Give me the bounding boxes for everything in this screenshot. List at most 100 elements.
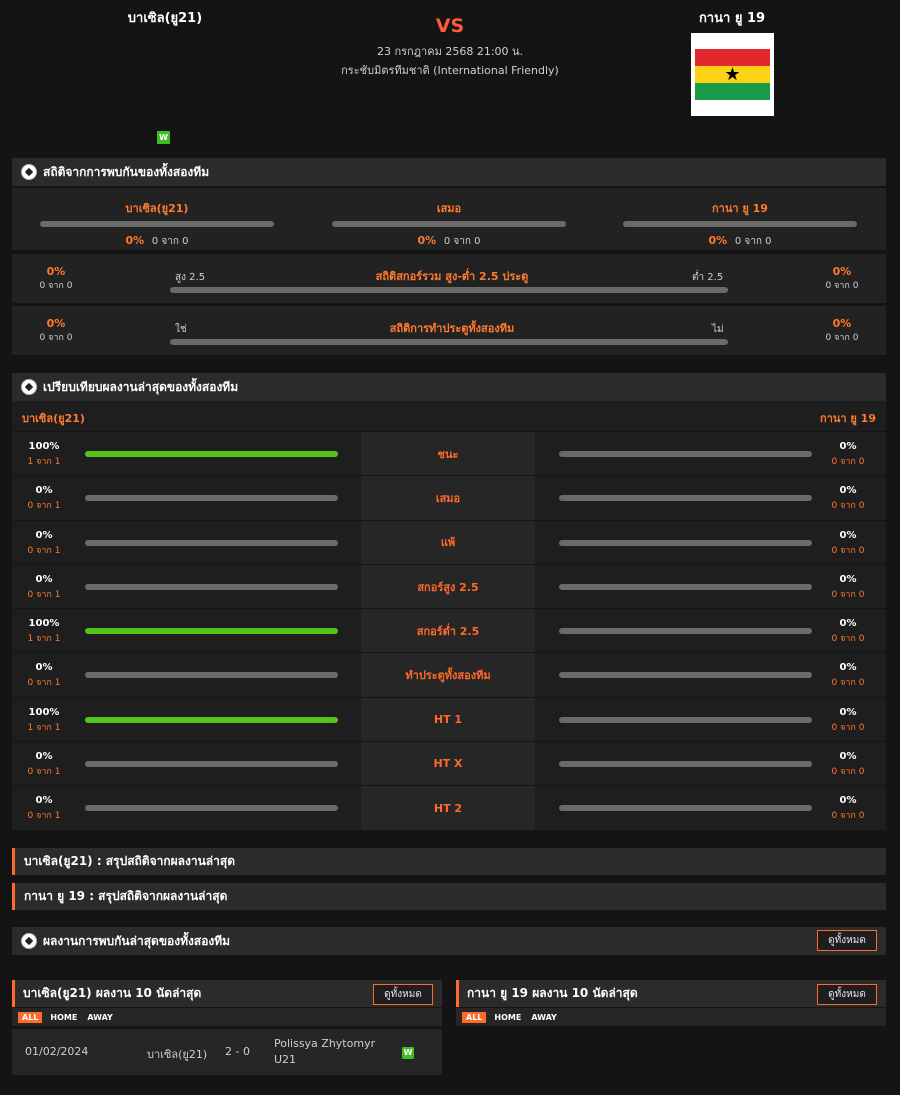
compare-home-pct: 0% (35, 573, 53, 585)
table-row: 0% 0 จาก 1 ทำประตูทั้งสองทีม 0% 0 จาก 0 (12, 653, 886, 698)
compare-row-label: HT X (361, 742, 535, 786)
compare-home-pct: 0% (35, 529, 53, 541)
compare-row-label: HT 2 (361, 786, 535, 830)
compare-home-of: 1 จาก 1 (27, 634, 61, 645)
btts-no-label: ไม่ (712, 324, 724, 335)
filter-all-tab[interactable]: ALL (18, 1011, 43, 1023)
compare-away-of: 0 จาก 0 (831, 545, 865, 556)
h2h-draw-col: เสมอ 0% 0 จาก 0 (332, 199, 566, 249)
compare-away-pct: 0% (839, 795, 857, 807)
compare-home-stat: 0% 0 จาก 1 (12, 742, 76, 778)
btts-no-stat: 0% 0 จาก 0 (810, 317, 874, 344)
away-team-name[interactable]: กานา ยู 19 (672, 7, 792, 28)
compare-home-of: 0 จาก 1 (27, 589, 61, 600)
under-stat: 0% 0 จาก 0 (810, 265, 874, 292)
compare-home-bar (85, 672, 338, 679)
filter-all-tab[interactable]: ALL (462, 1011, 487, 1023)
btts-bar (170, 339, 728, 345)
h2h-home-label: บาเซิล(ยู21) (125, 202, 189, 215)
over-stat: 0% 0 จาก 0 (24, 265, 88, 292)
btts-panel: 0% 0 จาก 0 ใช่ สถิติการทำประตูทั้งสองทีม… (12, 306, 886, 355)
form-badge-win: W (157, 131, 170, 144)
compare-away-cell: 0% 0 จาก 0 (535, 476, 886, 520)
compare-away-bar (559, 716, 812, 723)
compare-home-of: 0 จาก 1 (27, 811, 61, 822)
home-last10-title: บาเซิล(ยู21) ผลงาน 10 นัดล่าสุด (23, 986, 202, 1000)
compare-home-pct: 0% (35, 662, 53, 674)
h2h-away-col: กานา ยู 19 0% 0 จาก 0 (623, 199, 857, 249)
compare-away-stat: 0% 0 จาก 0 (816, 698, 880, 734)
compare-away-bar (559, 451, 812, 457)
compare-away-cell: 0% 0 จาก 0 (535, 697, 886, 742)
compare-away-stat: 0% 0 จาก 0 (816, 742, 880, 778)
compare-row-label: ทำประตูทั้งสองทีม (361, 653, 535, 697)
compare-home-bar (85, 805, 338, 812)
table-row: 0% 0 จาก 1 HT 2 0% 0 จาก 0 (12, 786, 886, 831)
match-datetime: 23 กรกฎาคม 2568 21:00 น. (376, 45, 524, 58)
compare-away-bar (559, 761, 812, 768)
table-row[interactable]: 01/02/2024 บาเซิล(ยู21) 2 - 0 Polissya Z… (12, 1029, 442, 1075)
away-last10-view-all-button[interactable]: ดูทั้งหมด (817, 984, 877, 1005)
compare-home-bar (85, 495, 338, 502)
home-team-name[interactable]: บาเซิล(ยู21) (105, 7, 225, 28)
table-row: 100% 1 จาก 1 สกอร์ต่ำ 2.5 0% 0 จาก 0 (12, 609, 886, 654)
compare-home-pct: 0% (35, 485, 53, 497)
compare-away-label: กานา ยู 19 (820, 412, 876, 425)
compare-away-bar (559, 495, 812, 502)
compare-home-bar-fill (85, 716, 338, 723)
filter-home-tab[interactable]: HOME (48, 1012, 79, 1023)
h2h-away-pct: 0% (708, 234, 728, 247)
compare-away-bar (559, 805, 812, 812)
h2h-away-bar (623, 221, 857, 227)
compare-home-of: 1 จาก 1 (27, 457, 61, 467)
compare-away-pct: 0% (839, 441, 857, 452)
match-league: กระชับมิตรทีมชาติ (International Friendl… (341, 64, 559, 77)
h2h-draw-of: 0 จาก 0 (443, 236, 481, 247)
h2h-draw-bar (332, 221, 566, 227)
filter-away-tab[interactable]: AWAY (85, 1012, 115, 1023)
home-summary-bar[interactable]: บาเซิล(ยู21) : สรุปสถิติจากผลงานล่าสุด (12, 848, 886, 875)
h2h-home-col: บาเซิล(ยู21) 0% 0 จาก 0 (40, 199, 274, 249)
filter-away-tab[interactable]: AWAY (529, 1012, 559, 1023)
compare-home-stat: 0% 0 จาก 1 (12, 521, 76, 557)
recent-h2h-header: ผลงานการพบกันล่าสุดของทั้งสองทีม (12, 927, 886, 955)
btts-no-pct: 0% (832, 317, 852, 330)
recent-h2h-view-all-button[interactable]: ดูทั้งหมด (817, 930, 877, 951)
compare-home-stat: 0% 0 จาก 1 (12, 565, 76, 601)
compare-away-of: 0 จาก 0 (831, 678, 865, 689)
compare-section-header: เปรียบเทียบผลงานล่าสุดของทั้งสองทีม (12, 373, 886, 401)
football-icon (21, 164, 37, 180)
over-under-title: สถิติสกอร์รวม สูง-ต่ำ 2.5 ประตู (375, 270, 529, 283)
compare-away-stat: 0% 0 จาก 0 (816, 521, 880, 557)
home-last10-filters: ALL HOME AWAY (12, 1008, 442, 1026)
h2h-home-bar (40, 221, 274, 227)
away-summary-bar[interactable]: กานา ยู 19 : สรุปสถิติจากผลงานล่าสุด (12, 883, 886, 910)
away-team-flag: ★ (691, 33, 774, 116)
match-header: บาเซิล(ยู21) VS 23 กรกฎาคม 2568 21:00 น.… (0, 0, 900, 150)
compare-home-cell: 0% 0 จาก 1 (12, 520, 361, 564)
btts-no-of: 0 จาก 0 (825, 333, 859, 343)
compare-home-pct: 100% (28, 706, 60, 718)
compare-home-cell: 0% 0 จาก 1 (12, 786, 361, 830)
flag-star-icon: ★ (695, 66, 770, 84)
h2h-draw-label: เสมอ (436, 202, 462, 215)
home-last10-view-all-button[interactable]: ดูทั้งหมด (373, 984, 433, 1005)
compare-away-cell: 0% 0 จาก 0 (535, 564, 886, 609)
home-form-badges: W (157, 129, 170, 144)
compare-home-stat: 100% 1 จาก 1 (12, 609, 76, 645)
h2h-section-header: สถิติจากการพบกันของทั้งสองทีม (12, 158, 886, 186)
compare-away-stat: 0% 0 จาก 0 (816, 476, 880, 512)
compare-away-cell: 0% 0 จาก 0 (535, 520, 886, 564)
compare-home-cell: 0% 0 จาก 1 (12, 653, 361, 697)
match-away-team: Polissya Zhytomyr U21 (274, 1036, 375, 1068)
filter-home-tab[interactable]: HOME (492, 1012, 523, 1023)
compare-row-label: ชนะ (361, 432, 535, 476)
compare-home-of: 0 จาก 1 (27, 678, 61, 689)
table-row: 0% 0 จาก 1 แพ้ 0% 0 จาก 0 (12, 520, 886, 565)
btts-yes-pct: 0% (46, 317, 66, 330)
compare-away-pct: 0% (839, 529, 857, 541)
btts-title: สถิติการทำประตูทั้งสองทีม (389, 322, 515, 335)
compare-away-stat: 0% 0 จาก 0 (816, 653, 880, 689)
compare-home-label: บาเซิล(ยู21) (22, 412, 85, 425)
compare-home-cell: 0% 0 จาก 1 (12, 742, 361, 786)
